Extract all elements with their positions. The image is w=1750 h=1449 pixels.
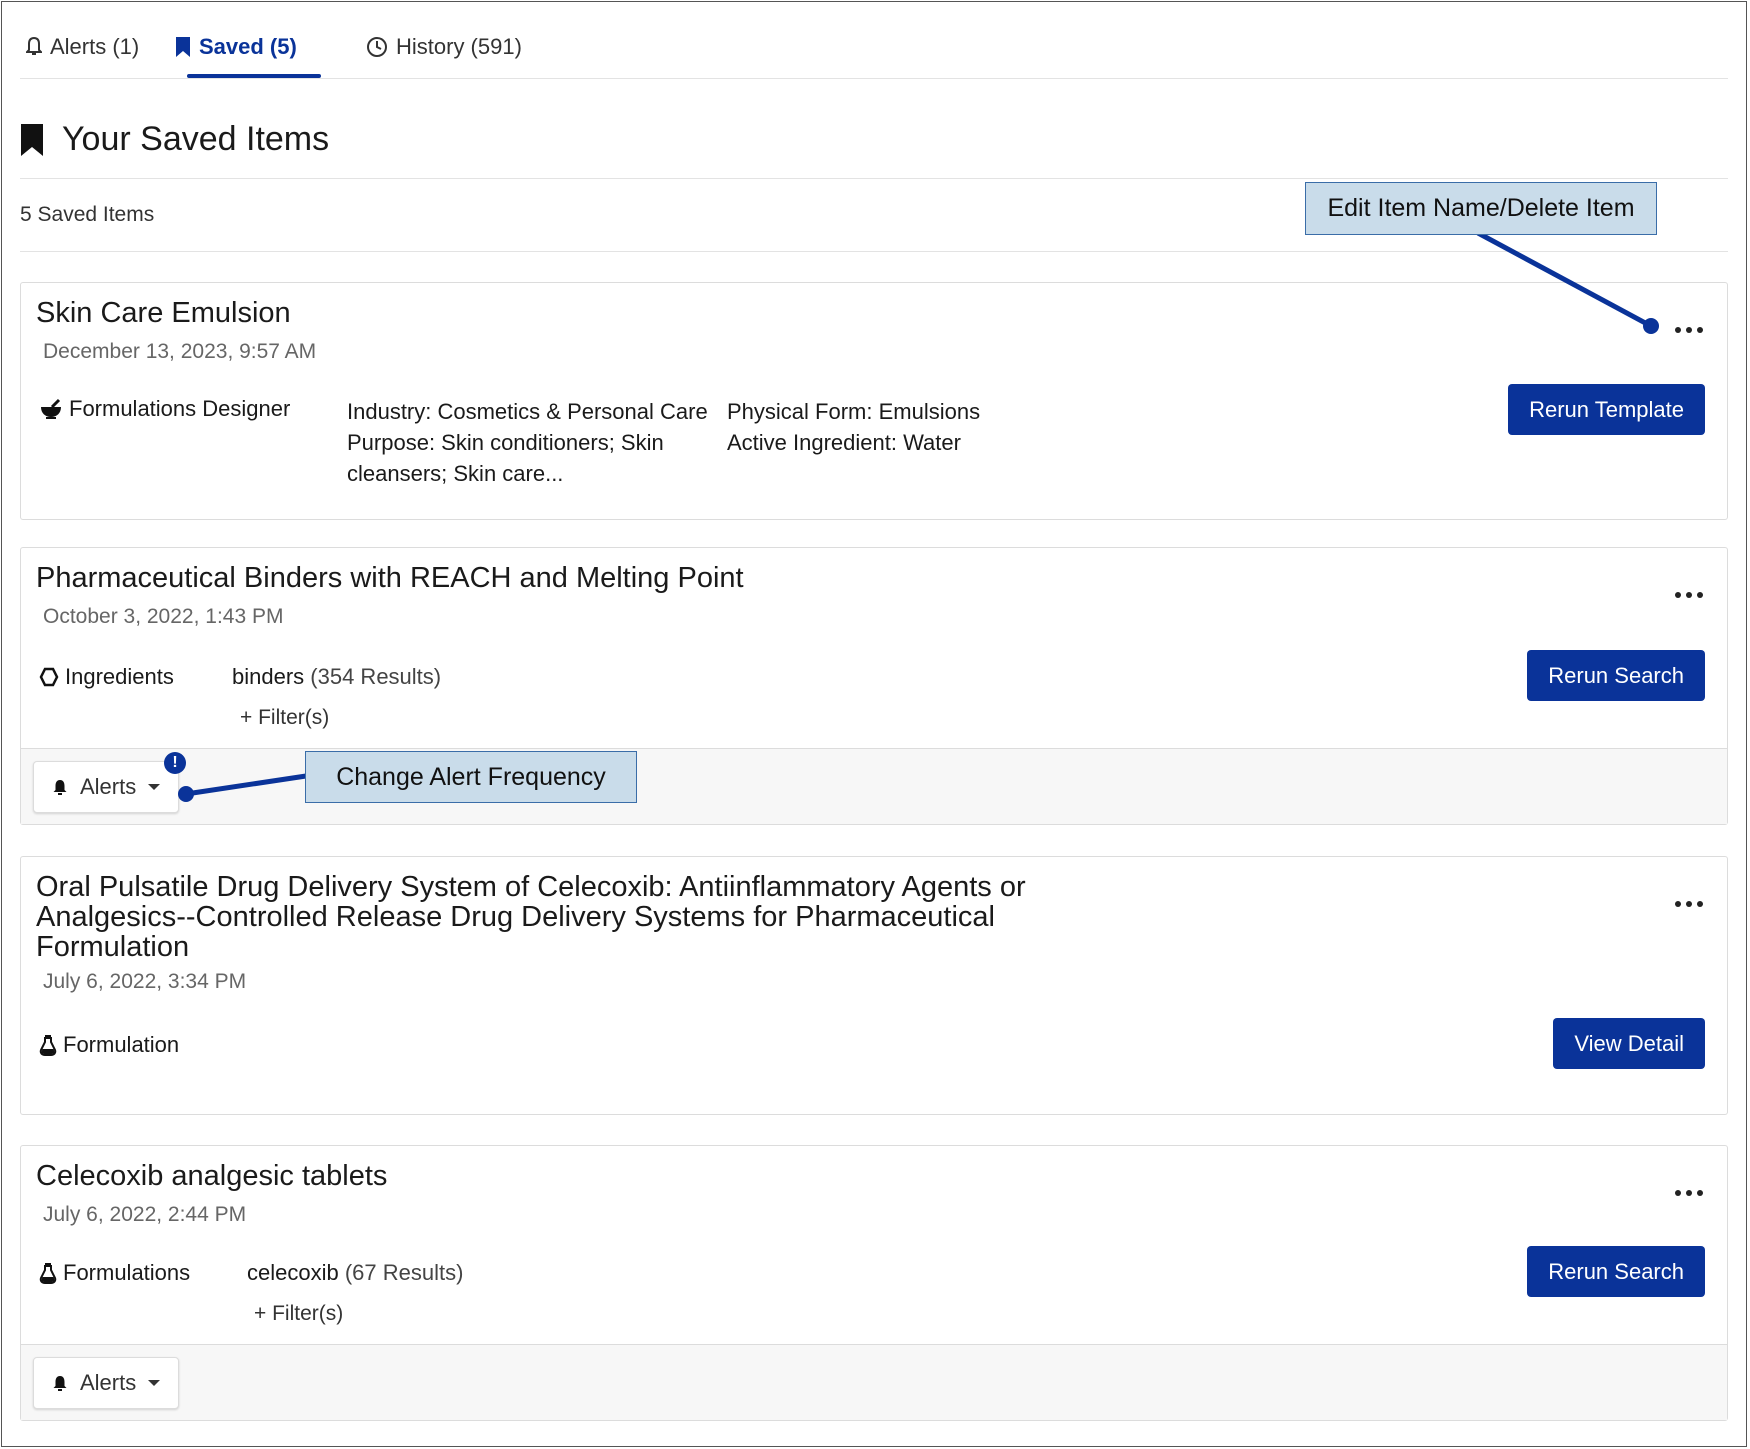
alerts-label: Alerts: [80, 1370, 137, 1395]
search-query: celecoxib (67 Results): [247, 1260, 463, 1286]
item-menu-button[interactable]: [1675, 588, 1707, 602]
search-query: binders (354 Results): [232, 664, 441, 690]
item-type: Ingredients: [39, 664, 174, 690]
divider: [20, 178, 1728, 179]
more-dot-icon: [1697, 592, 1703, 598]
result-count: (354 Results): [310, 664, 442, 689]
tab-history[interactable]: History (591): [366, 34, 522, 60]
bookmark-icon: [21, 123, 43, 156]
bookmark-icon: [176, 37, 190, 57]
item-type-label: Formulation: [63, 1032, 180, 1057]
criteria-line: Industry: Cosmetics & Personal Care: [347, 399, 708, 424]
saved-items-count: 5 Saved Items: [20, 203, 155, 226]
item-type-label: Formulations: [63, 1260, 191, 1285]
item-title[interactable]: Skin Care Emulsion: [36, 298, 291, 328]
chevron-down-icon: [148, 1380, 161, 1386]
rerun-search-button[interactable]: Rerun Search: [1527, 650, 1705, 701]
page-header: Your Saved Items: [20, 120, 329, 159]
more-dot-icon: [1675, 592, 1681, 598]
item-menu-button[interactable]: [1675, 1186, 1707, 1200]
criteria-left: Industry: Cosmetics & Personal Care Purp…: [347, 396, 708, 489]
saved-item-card: Skin Care Emulsion December 13, 2023, 9:…: [20, 282, 1728, 520]
item-title[interactable]: Pharmaceutical Binders with REACH and Me…: [36, 563, 744, 593]
ingredients-hexagon-icon: [39, 667, 59, 687]
item-menu-button[interactable]: [1675, 897, 1707, 911]
more-dot-icon: [1686, 1190, 1692, 1196]
item-title[interactable]: Oral Pulsatile Drug Delivery System of C…: [36, 872, 1026, 962]
item-type: Formulations Designer: [39, 396, 290, 422]
rerun-template-button[interactable]: Rerun Template: [1508, 384, 1705, 435]
more-dot-icon: [1697, 901, 1703, 907]
bell-icon: [53, 780, 67, 795]
query-term: binders: [232, 664, 305, 689]
view-detail-button[interactable]: View Detail: [1553, 1018, 1705, 1069]
tab-bar: Alerts (1) Saved (5) History (591): [20, 20, 1728, 79]
criteria-line: Active Ingredient: Water: [727, 430, 961, 455]
more-dot-icon: [1686, 592, 1692, 598]
item-date: October 3, 2022, 1:43 PM: [43, 605, 284, 628]
divider: [20, 251, 1728, 252]
tab-saved-label: Saved (5): [199, 34, 297, 59]
bell-outline-icon: [26, 36, 42, 55]
item-title-line: Formulation: [36, 931, 190, 963]
item-type-label: Ingredients: [65, 664, 174, 689]
item-title-line: Oral Pulsatile Drug Delivery System of C…: [36, 871, 1026, 903]
tab-alerts-label: Alerts (1): [50, 34, 140, 59]
callout-edit-item: Edit Item Name/Delete Item: [1305, 182, 1657, 235]
criteria-line: cleansers; Skin care...: [347, 461, 564, 486]
item-type-label: Formulations Designer: [69, 396, 291, 421]
alerts-label: Alerts: [80, 774, 137, 799]
item-title[interactable]: Celecoxib analgesic tablets: [36, 1161, 387, 1191]
alert-warning-badge: !: [164, 752, 186, 774]
mortar-pestle-icon: [41, 398, 61, 419]
alerts-dropdown[interactable]: Alerts: [33, 1357, 180, 1409]
rerun-search-button[interactable]: Rerun Search: [1527, 1246, 1705, 1297]
page-title: Your Saved Items: [62, 120, 330, 158]
saved-item-card: Oral Pulsatile Drug Delivery System of C…: [20, 856, 1728, 1115]
alerts-dropdown[interactable]: Alerts: [33, 761, 180, 813]
tab-history-label: History (591): [396, 34, 522, 59]
more-dot-icon: [1697, 327, 1703, 333]
chevron-down-icon: [148, 784, 161, 790]
item-title-line: Analgesics--Controlled Release Drug Deli…: [36, 901, 995, 933]
more-dot-icon: [1697, 1190, 1703, 1196]
flask-icon: [39, 1263, 57, 1284]
more-dot-icon: [1675, 327, 1681, 333]
tab-alerts[interactable]: Alerts (1): [26, 34, 139, 60]
more-dot-icon: [1675, 901, 1681, 907]
filters-toggle[interactable]: + Filter(s): [240, 706, 329, 730]
item-type: Formulations: [39, 1260, 190, 1286]
item-menu-button[interactable]: [1675, 323, 1707, 337]
criteria-line: Purpose: Skin conditioners; Skin: [347, 430, 664, 455]
flask-icon: [39, 1035, 57, 1056]
bell-icon: [53, 1376, 67, 1391]
saved-item-card: Celecoxib analgesic tablets July 6, 2022…: [20, 1145, 1728, 1421]
card-footer: Alerts !: [21, 748, 1727, 824]
clock-icon: [367, 37, 387, 57]
more-dot-icon: [1686, 327, 1692, 333]
active-tab-indicator: [187, 74, 321, 78]
tab-saved[interactable]: Saved (5): [175, 34, 297, 60]
item-date: July 6, 2022, 2:44 PM: [43, 1203, 247, 1226]
criteria-right: Physical Form: Emulsions Active Ingredie…: [727, 396, 980, 458]
result-count: (67 Results): [344, 1260, 464, 1285]
more-dot-icon: [1675, 1190, 1681, 1196]
item-type: Formulation: [39, 1032, 179, 1058]
query-term: celecoxib: [247, 1260, 339, 1285]
item-date: July 6, 2022, 3:34 PM: [43, 970, 247, 993]
more-dot-icon: [1686, 901, 1692, 907]
callout-alert-frequency: Change Alert Frequency: [305, 751, 637, 803]
item-date: December 13, 2023, 9:57 AM: [43, 340, 317, 363]
saved-item-card: Pharmaceutical Binders with REACH and Me…: [20, 547, 1728, 825]
card-footer: Alerts: [21, 1344, 1727, 1420]
criteria-line: Physical Form: Emulsions: [727, 399, 981, 424]
filters-toggle[interactable]: + Filter(s): [254, 1302, 343, 1326]
